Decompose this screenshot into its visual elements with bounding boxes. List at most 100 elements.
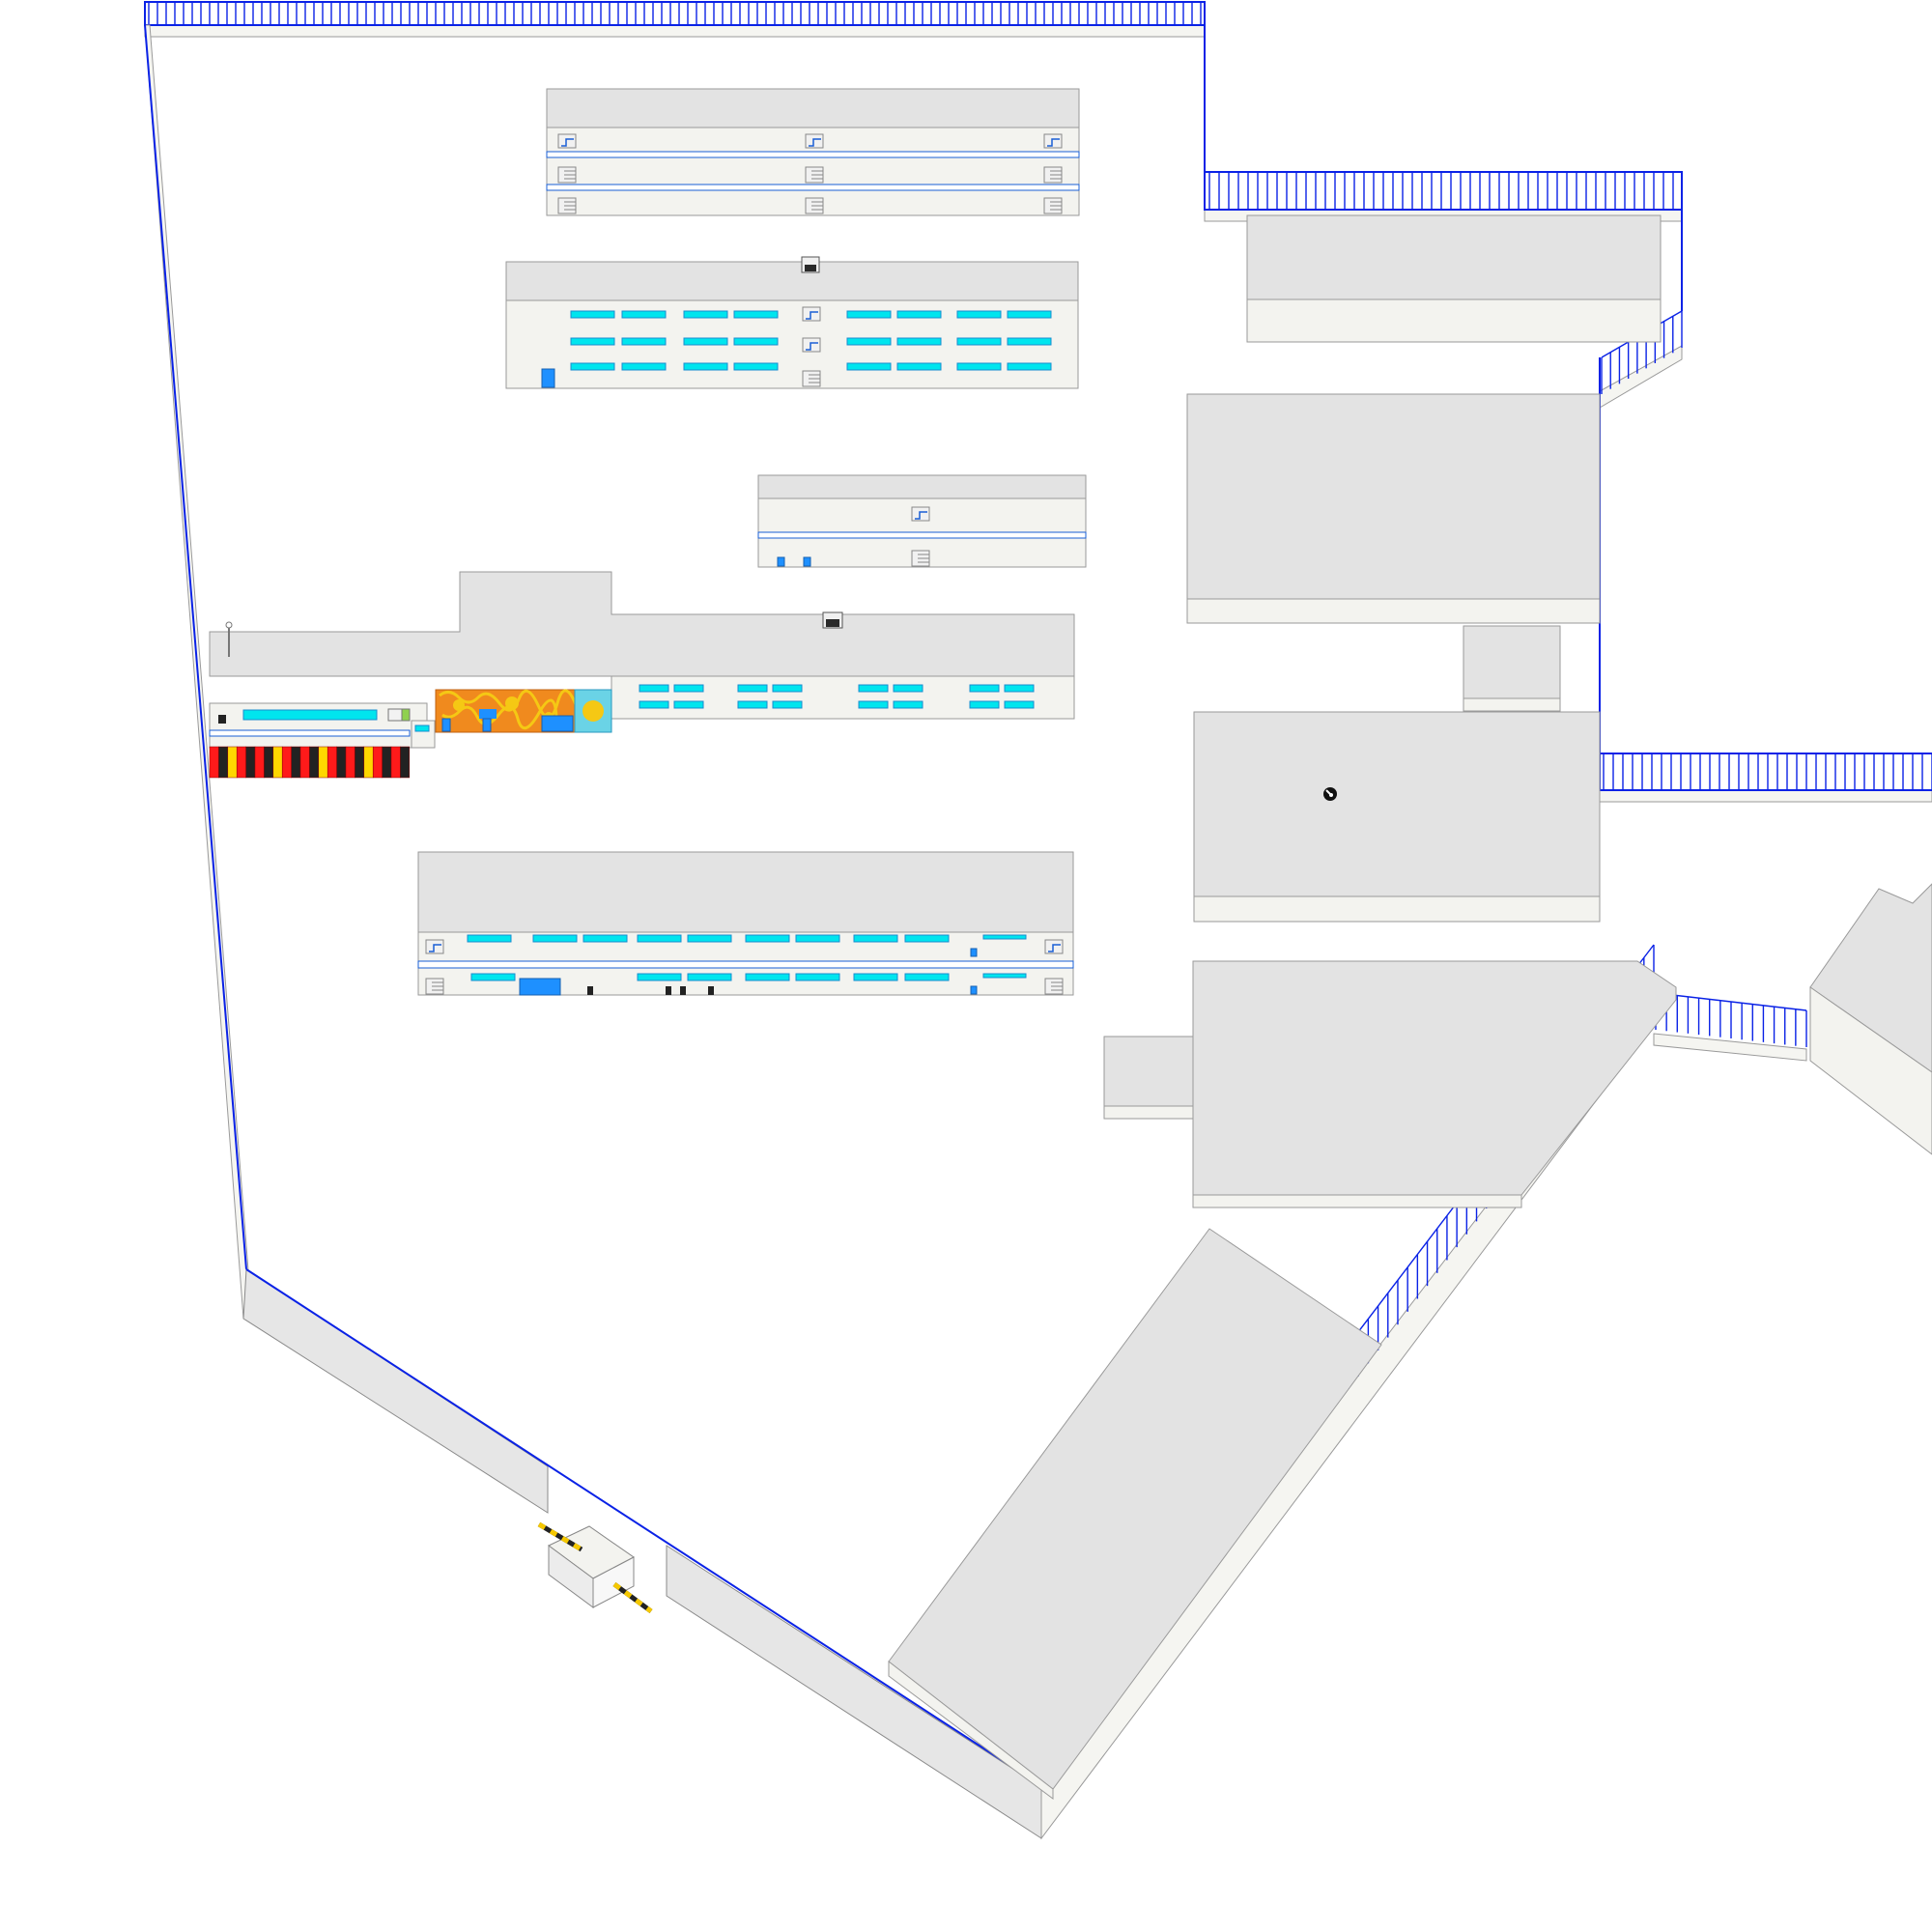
sign-icon bbox=[401, 708, 411, 722]
site-plan-canvas bbox=[144, 1, 1932, 1840]
window bbox=[982, 973, 1027, 979]
door[interactable] bbox=[970, 948, 978, 957]
awning-stripe bbox=[291, 746, 301, 779]
fence-right-pickets bbox=[1603, 754, 1932, 789]
awning-stripe bbox=[390, 746, 401, 779]
window bbox=[639, 684, 669, 693]
stairwell-icon bbox=[911, 550, 930, 567]
awning-stripe bbox=[336, 746, 347, 779]
fence-bottom-line bbox=[245, 1268, 1047, 1790]
awning-stripe bbox=[355, 746, 365, 779]
awning-stripe bbox=[345, 746, 355, 779]
window bbox=[795, 973, 840, 981]
door[interactable] bbox=[803, 556, 811, 567]
window bbox=[1004, 700, 1035, 709]
garage-door[interactable] bbox=[519, 978, 561, 996]
building-a[interactable] bbox=[546, 88, 1080, 216]
stairwell-icon bbox=[805, 166, 824, 184]
awning-stripe bbox=[372, 746, 383, 779]
fence-top-wall bbox=[144, 24, 1206, 38]
window bbox=[683, 310, 728, 319]
window bbox=[846, 337, 892, 346]
door[interactable] bbox=[218, 715, 226, 724]
awning-stripe bbox=[382, 746, 392, 779]
awning-stripe bbox=[245, 746, 256, 779]
balcony-rail bbox=[209, 729, 411, 737]
awning-stripe bbox=[272, 746, 283, 779]
window bbox=[893, 684, 923, 693]
window bbox=[858, 684, 889, 693]
window bbox=[639, 700, 669, 709]
window bbox=[745, 934, 790, 943]
stairwell-icon bbox=[425, 978, 444, 995]
window bbox=[687, 973, 732, 981]
building-b[interactable] bbox=[505, 256, 1079, 389]
building-h[interactable] bbox=[1463, 625, 1561, 712]
stairwell-icon bbox=[1043, 133, 1063, 149]
awning-stripe bbox=[254, 746, 265, 779]
window bbox=[673, 684, 704, 693]
window bbox=[772, 684, 803, 693]
stairwell-icon bbox=[1044, 939, 1064, 954]
door[interactable] bbox=[587, 986, 593, 995]
window bbox=[853, 973, 898, 981]
window bbox=[969, 684, 1000, 693]
window bbox=[1007, 310, 1052, 319]
window bbox=[1007, 362, 1052, 371]
window bbox=[570, 310, 615, 319]
building-e[interactable] bbox=[417, 851, 1074, 996]
window bbox=[846, 310, 892, 319]
awning-stripe bbox=[309, 746, 320, 779]
vending-machine bbox=[387, 708, 403, 722]
stairwell-icon bbox=[557, 197, 577, 214]
window bbox=[673, 700, 704, 709]
door[interactable] bbox=[441, 718, 451, 732]
stairwell-icon bbox=[1043, 166, 1063, 184]
balcony-rail bbox=[417, 960, 1074, 969]
door[interactable] bbox=[708, 986, 714, 995]
building-g[interactable] bbox=[1186, 393, 1601, 624]
window bbox=[687, 934, 732, 943]
door[interactable] bbox=[777, 556, 785, 567]
satellite-dish-icon bbox=[1323, 787, 1337, 801]
awning-stripe bbox=[281, 746, 292, 779]
fence-right-rail bbox=[1599, 753, 1932, 791]
window bbox=[858, 700, 889, 709]
awning-stripe bbox=[363, 746, 374, 779]
door[interactable] bbox=[970, 985, 978, 995]
building-f[interactable] bbox=[1246, 214, 1662, 343]
door[interactable] bbox=[666, 986, 671, 995]
window bbox=[853, 934, 898, 943]
awning-stripe bbox=[209, 746, 219, 779]
entrance-door[interactable] bbox=[541, 368, 555, 388]
door[interactable] bbox=[680, 986, 686, 995]
fence-step-rail bbox=[1204, 171, 1683, 211]
building-d[interactable] bbox=[209, 571, 1075, 779]
building-far-right[interactable] bbox=[1809, 883, 1932, 1155]
window bbox=[896, 337, 942, 346]
awning-stripe bbox=[318, 746, 328, 779]
garage-door[interactable] bbox=[541, 715, 574, 732]
window bbox=[969, 700, 1000, 709]
window bbox=[637, 934, 682, 943]
window bbox=[1007, 337, 1052, 346]
stairwell-icon bbox=[425, 939, 444, 954]
awning-stripe bbox=[218, 746, 229, 779]
stairwell-icon bbox=[802, 306, 821, 322]
fence-diag-short-wall bbox=[1599, 345, 1683, 409]
window bbox=[570, 337, 615, 346]
balcony-rail bbox=[757, 531, 1087, 539]
door[interactable] bbox=[482, 718, 492, 732]
window bbox=[956, 337, 1002, 346]
window bbox=[733, 337, 779, 346]
building-j[interactable] bbox=[1103, 960, 1677, 1208]
barrier-gate-icon[interactable] bbox=[612, 1581, 653, 1614]
building-c[interactable] bbox=[757, 474, 1087, 568]
security-camera-icon bbox=[822, 611, 843, 629]
window bbox=[621, 310, 667, 319]
awning-icon bbox=[209, 746, 411, 779]
building-i[interactable] bbox=[1193, 711, 1601, 923]
window bbox=[621, 362, 667, 371]
window bbox=[582, 934, 628, 943]
window bbox=[846, 362, 892, 371]
